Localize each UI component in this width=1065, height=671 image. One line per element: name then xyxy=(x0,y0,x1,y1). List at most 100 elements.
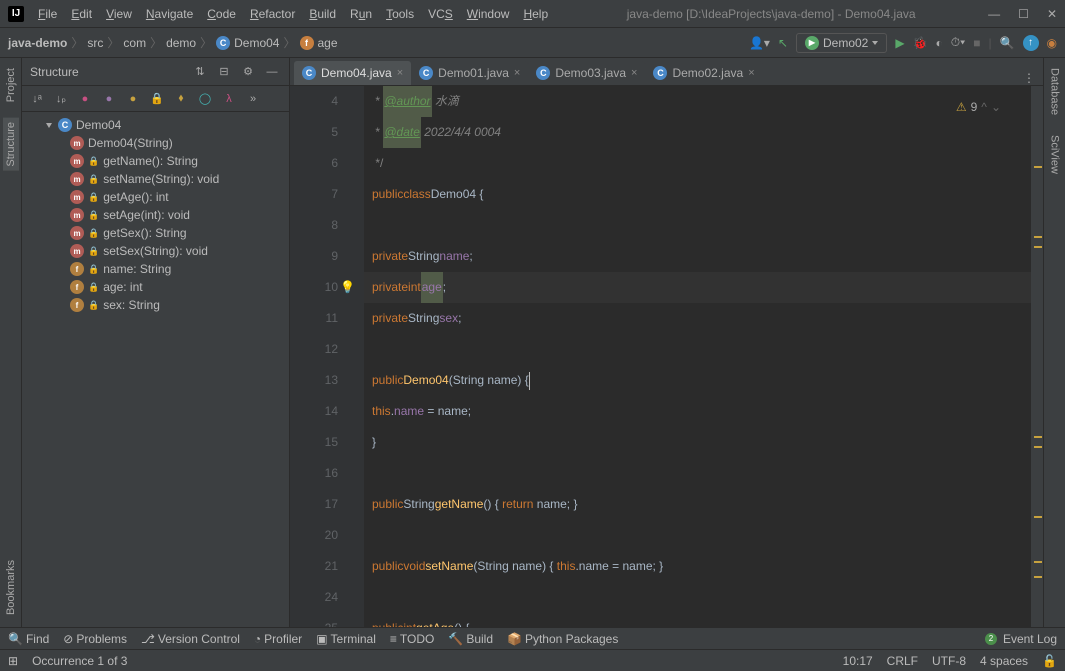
tree-item[interactable]: f🔒name: String xyxy=(22,260,289,278)
stop-button[interactable]: ■ xyxy=(973,36,980,50)
intention-bulb-icon[interactable]: 💡 xyxy=(340,272,355,303)
tool-profiler[interactable]: ◔ Profiler xyxy=(254,632,302,646)
menu-file[interactable]: File xyxy=(32,4,63,24)
tab-sciview[interactable]: SciView xyxy=(1047,131,1063,178)
tree-item[interactable]: m🔒getName(): String xyxy=(22,152,289,170)
tab-close-icon[interactable]: × xyxy=(397,67,403,79)
filter-lock-icon[interactable]: 🔒 xyxy=(148,90,166,108)
tab-structure[interactable]: Structure xyxy=(3,118,19,171)
sort-icon[interactable]: ↓ᵃ xyxy=(28,90,46,108)
tab-project[interactable]: Project xyxy=(3,64,19,106)
more-icon[interactable]: » xyxy=(244,90,262,108)
sort-visibility-icon[interactable]: ↓ₚ xyxy=(52,90,70,108)
menu-vcs[interactable]: VCS xyxy=(422,4,459,24)
hide-icon[interactable]: — xyxy=(263,63,281,81)
menu-code[interactable]: Code xyxy=(201,4,242,24)
filter-lambda-icon[interactable]: ◯ xyxy=(196,90,214,108)
code-content[interactable]: ⚠9 ^ ⌄ * @author 水滴 * @date 2022/4/4 000… xyxy=(364,86,1031,627)
menu-tools[interactable]: Tools xyxy=(380,4,420,24)
tree-item[interactable]: m🔒getSex(): String xyxy=(22,224,289,242)
status-lock-icon[interactable]: 🔓 xyxy=(1042,654,1057,668)
tabs-more-icon[interactable]: ⋮ xyxy=(1015,71,1043,85)
status-line-separator[interactable]: CRLF xyxy=(887,654,918,668)
lock-icon: 🔒 xyxy=(88,192,99,203)
tab-close-icon[interactable]: × xyxy=(514,67,520,79)
tree-item[interactable]: m🔒setSex(String): void xyxy=(22,242,289,260)
status-window-icon[interactable]: ⊞ xyxy=(8,654,18,668)
maximize-icon[interactable]: ☐ xyxy=(1018,7,1029,21)
tool-vcs[interactable]: ⎇ Version Control xyxy=(141,632,240,646)
tree-item[interactable]: mDemo04(String) xyxy=(22,134,289,152)
lock-icon: 🔒 xyxy=(88,156,99,167)
debug-button[interactable]: 🐞 xyxy=(913,36,928,50)
tab-close-icon[interactable]: × xyxy=(631,67,637,79)
code-editor[interactable]: 456789101112131415161720212425 ⚠9 ^ ⌄ * … xyxy=(290,86,1043,627)
method-icon: m xyxy=(70,172,84,186)
filter-anon-icon[interactable]: ⬧ xyxy=(172,90,190,108)
status-indent[interactable]: 4 spaces xyxy=(980,654,1028,668)
filter-fields-icon[interactable]: ● xyxy=(76,90,94,108)
left-tool-strip: Project Structure Bookmarks xyxy=(0,58,22,627)
tab-bookmarks[interactable]: Bookmarks xyxy=(3,556,19,619)
tree-item[interactable]: m🔒getAge(): int xyxy=(22,188,289,206)
tab-database[interactable]: Database xyxy=(1047,64,1063,119)
filter-properties-icon[interactable]: ● xyxy=(100,90,118,108)
hammer-icon[interactable]: ↖ xyxy=(778,36,788,50)
tab-close-icon[interactable]: × xyxy=(748,67,754,79)
breadcrumb[interactable]: java-demo〉 src〉 com〉 demo〉 CDemo04〉 fage xyxy=(8,34,338,51)
menu-edit[interactable]: Edit xyxy=(65,4,98,24)
tool-terminal[interactable]: ▣ Terminal xyxy=(316,632,376,646)
tree-root-row[interactable]: C Demo04 xyxy=(22,116,289,134)
tree-item[interactable]: m🔒setName(String): void xyxy=(22,170,289,188)
editor-tabs: CDemo04.java×CDemo01.java×CDemo03.java×C… xyxy=(290,58,1043,86)
tool-python[interactable]: 📦 Python Packages xyxy=(507,632,618,646)
editor-tab[interactable]: CDemo02.java× xyxy=(645,61,762,85)
tool-todo[interactable]: ≡ TODO xyxy=(390,632,434,646)
run-button[interactable]: ▶ xyxy=(895,36,904,50)
profiler-button[interactable]: ⏱▾ xyxy=(951,35,965,50)
inspection-indicator[interactable]: ⚠9 ^ ⌄ xyxy=(956,92,1001,123)
status-encoding[interactable]: UTF-8 xyxy=(932,654,966,668)
search-icon[interactable]: 🔍 xyxy=(1000,36,1015,50)
menu-help[interactable]: Help xyxy=(517,4,554,24)
field-icon: f xyxy=(70,280,84,294)
tree-item[interactable]: f🔒age: int xyxy=(22,278,289,296)
java-file-icon: C xyxy=(419,66,433,80)
update-icon[interactable]: ↑ xyxy=(1023,35,1039,51)
coverage-button[interactable]: ◐ xyxy=(936,36,943,50)
filter-inherited-icon[interactable]: ● xyxy=(124,90,142,108)
structure-toolbar: ↓ᵃ ↓ₚ ● ● ● 🔒 ⬧ ◯ λ » xyxy=(22,86,289,112)
run-configuration-dropdown[interactable]: ▶ Demo02 xyxy=(796,33,887,53)
menu-view[interactable]: View xyxy=(100,4,138,24)
tool-find[interactable]: 🔍 Find xyxy=(8,632,49,646)
lock-icon: 🔒 xyxy=(88,246,99,257)
editor-tab[interactable]: CDemo03.java× xyxy=(528,61,645,85)
user-icon[interactable]: 👤▾ xyxy=(749,36,770,50)
minimize-icon[interactable]: ― xyxy=(988,7,1000,21)
tool-problems[interactable]: ⊘ Problems xyxy=(63,632,127,646)
right-tool-strip: Database SciView xyxy=(1043,58,1065,627)
menu-run[interactable]: Run xyxy=(344,4,378,24)
status-position[interactable]: 10:17 xyxy=(843,654,873,668)
tree-item[interactable]: m🔒setAge(int): void xyxy=(22,206,289,224)
filter-nonpublic-icon[interactable]: λ xyxy=(220,90,238,108)
editor-tab[interactable]: CDemo01.java× xyxy=(411,61,528,85)
text-caret xyxy=(529,372,530,390)
menu-refactor[interactable]: Refactor xyxy=(244,4,301,24)
fold-column xyxy=(350,86,364,627)
menu-navigate[interactable]: Navigate xyxy=(140,4,199,24)
tool-build[interactable]: 🔨 Build xyxy=(448,632,493,646)
menu-build[interactable]: Build xyxy=(303,4,342,24)
close-icon[interactable]: ✕ xyxy=(1047,7,1057,21)
menu-window[interactable]: Window xyxy=(461,4,516,24)
settings-icon[interactable]: ⚙ xyxy=(239,63,257,81)
editor-tab[interactable]: CDemo04.java× xyxy=(294,61,411,85)
method-icon: m xyxy=(70,208,84,222)
tool-window-bar: 🔍 Find ⊘ Problems ⎇ Version Control ◔ Pr… xyxy=(0,627,1065,649)
collapse-icon[interactable]: ⊟ xyxy=(215,63,233,81)
error-stripe[interactable] xyxy=(1031,86,1043,627)
tree-item[interactable]: f🔒sex: String xyxy=(22,296,289,314)
ide-features-icon[interactable]: ◉ xyxy=(1047,36,1057,50)
tool-event-log[interactable]: Event Log xyxy=(1003,632,1057,646)
expand-icon[interactable]: ⇅ xyxy=(191,63,209,81)
